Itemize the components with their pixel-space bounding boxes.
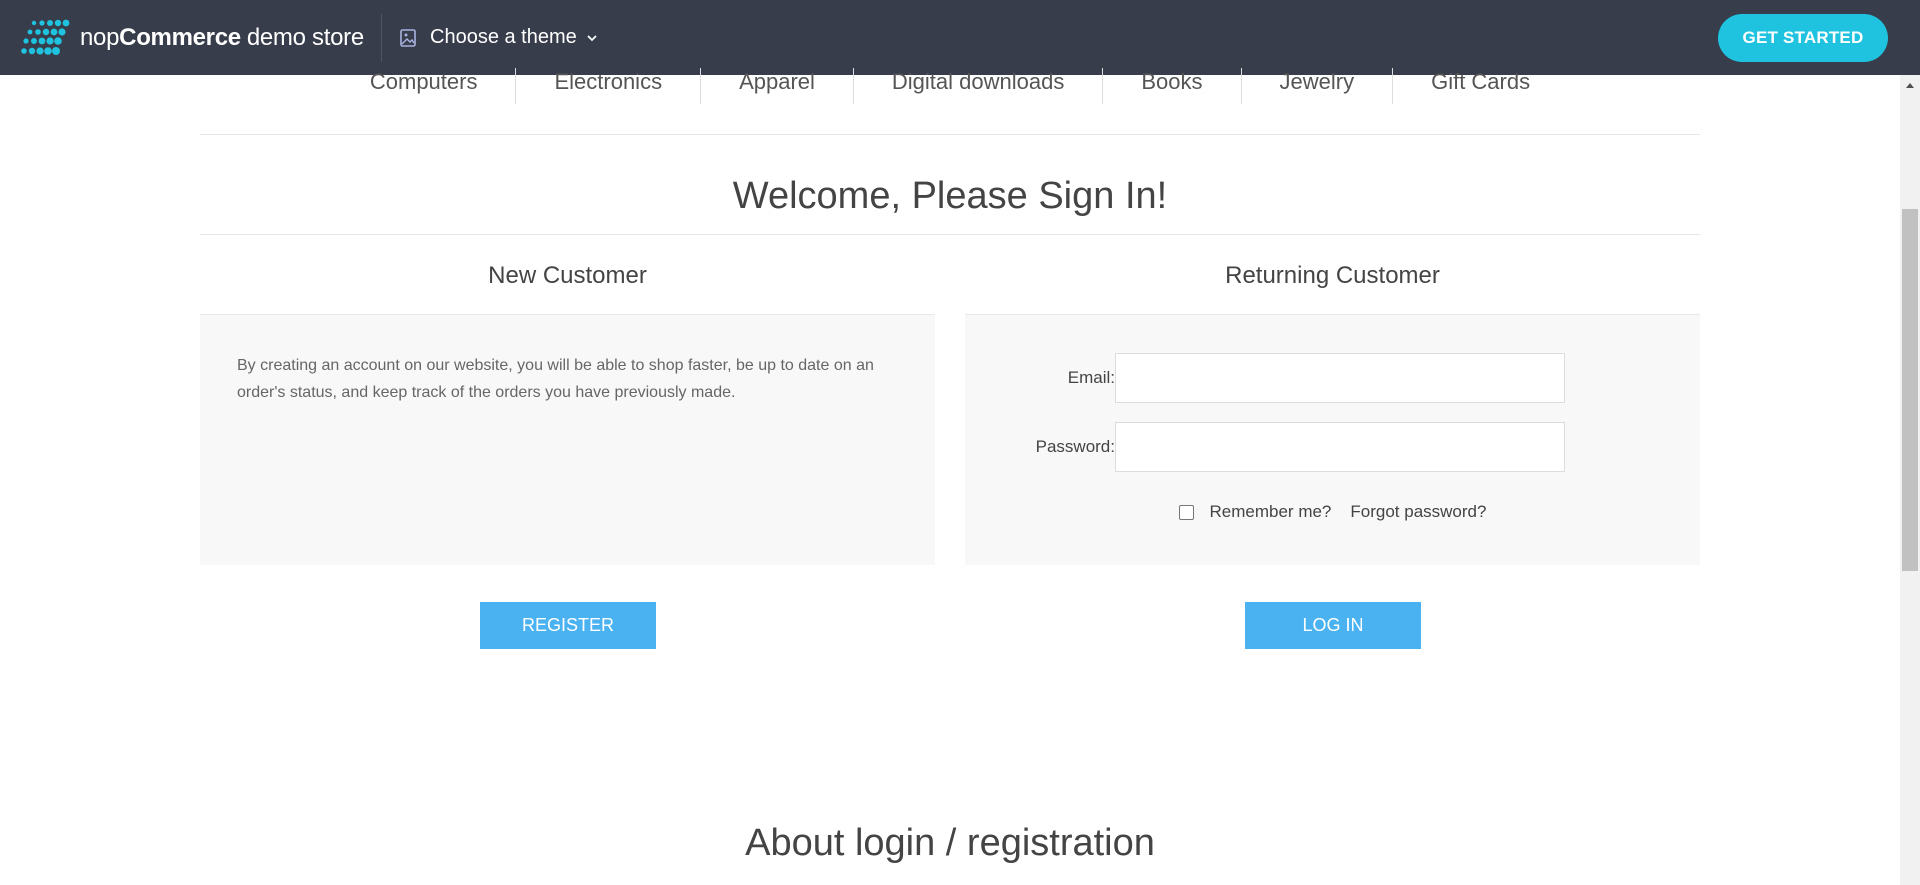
theme-picker-dropdown[interactable]: Choose a theme	[398, 0, 599, 75]
new-customer-title: New Customer	[488, 262, 647, 289]
scroll-up-arrow-icon[interactable]	[1900, 78, 1920, 92]
category-link-apparel[interactable]: Apparel	[700, 68, 853, 104]
nopcommerce-logo-icon	[21, 19, 70, 55]
demo-topbar: nopCommerce demo store Choose a theme GET…	[0, 0, 1920, 75]
chevron-down-icon	[587, 34, 597, 41]
email-field[interactable]	[1115, 353, 1565, 403]
image-icon	[400, 28, 416, 47]
brand-prefix: nop	[80, 23, 120, 51]
category-link-digital-downloads[interactable]: Digital downloads	[852, 68, 1102, 104]
email-label: Email:	[1067, 368, 1115, 387]
brand-bold: Commerce	[119, 23, 241, 51]
remember-row: Remember me? Forgot password?	[965, 499, 1700, 525]
password-label: Password:	[1035, 437, 1115, 456]
remember-me-label[interactable]: Remember me?	[1210, 502, 1332, 522]
theme-picker-label: Choose a theme	[430, 26, 577, 48]
get-started-button[interactable]: GET STARTED	[1718, 14, 1888, 62]
category-link-electronics[interactable]: Electronics	[515, 68, 700, 104]
password-field[interactable]	[1115, 422, 1565, 472]
email-row: Email:	[965, 353, 1700, 403]
remember-me-checkbox[interactable]	[1178, 504, 1194, 520]
register-button[interactable]: REGISTER	[480, 602, 656, 649]
new-customer-description: By creating an account on our website, y…	[237, 357, 874, 401]
new-customer-panel: By creating an account on our website, y…	[200, 314, 935, 565]
title-divider	[200, 234, 1700, 235]
brand-suffix: demo store	[246, 23, 364, 51]
category-menu: Computers Electronics Apparel Digital do…	[200, 68, 1700, 135]
brand-name: nopCommerce demo store	[80, 24, 364, 52]
brand-logo-link[interactable]: nopCommerce demo store	[20, 0, 364, 75]
about-login-title: About login / registration	[745, 822, 1155, 864]
category-link-books[interactable]: Books	[1102, 68, 1240, 104]
returning-customer-panel: Email: Password: Remember me? Forgot pas…	[965, 314, 1700, 565]
category-link-jewelry[interactable]: Jewelry	[1240, 68, 1393, 104]
forgot-password-link[interactable]: Forgot password?	[1350, 502, 1486, 522]
category-link-gift-cards[interactable]: Gift Cards	[1392, 68, 1568, 104]
password-row: Password:	[965, 422, 1700, 472]
returning-customer-title: Returning Customer	[1225, 262, 1440, 289]
category-link-computers[interactable]: Computers	[332, 68, 516, 104]
page-title: Welcome, Please Sign In!	[732, 175, 1168, 217]
scrollbar-thumb[interactable]	[1902, 209, 1918, 571]
login-button[interactable]: LOG IN	[1245, 602, 1421, 649]
topbar-divider	[381, 14, 382, 62]
